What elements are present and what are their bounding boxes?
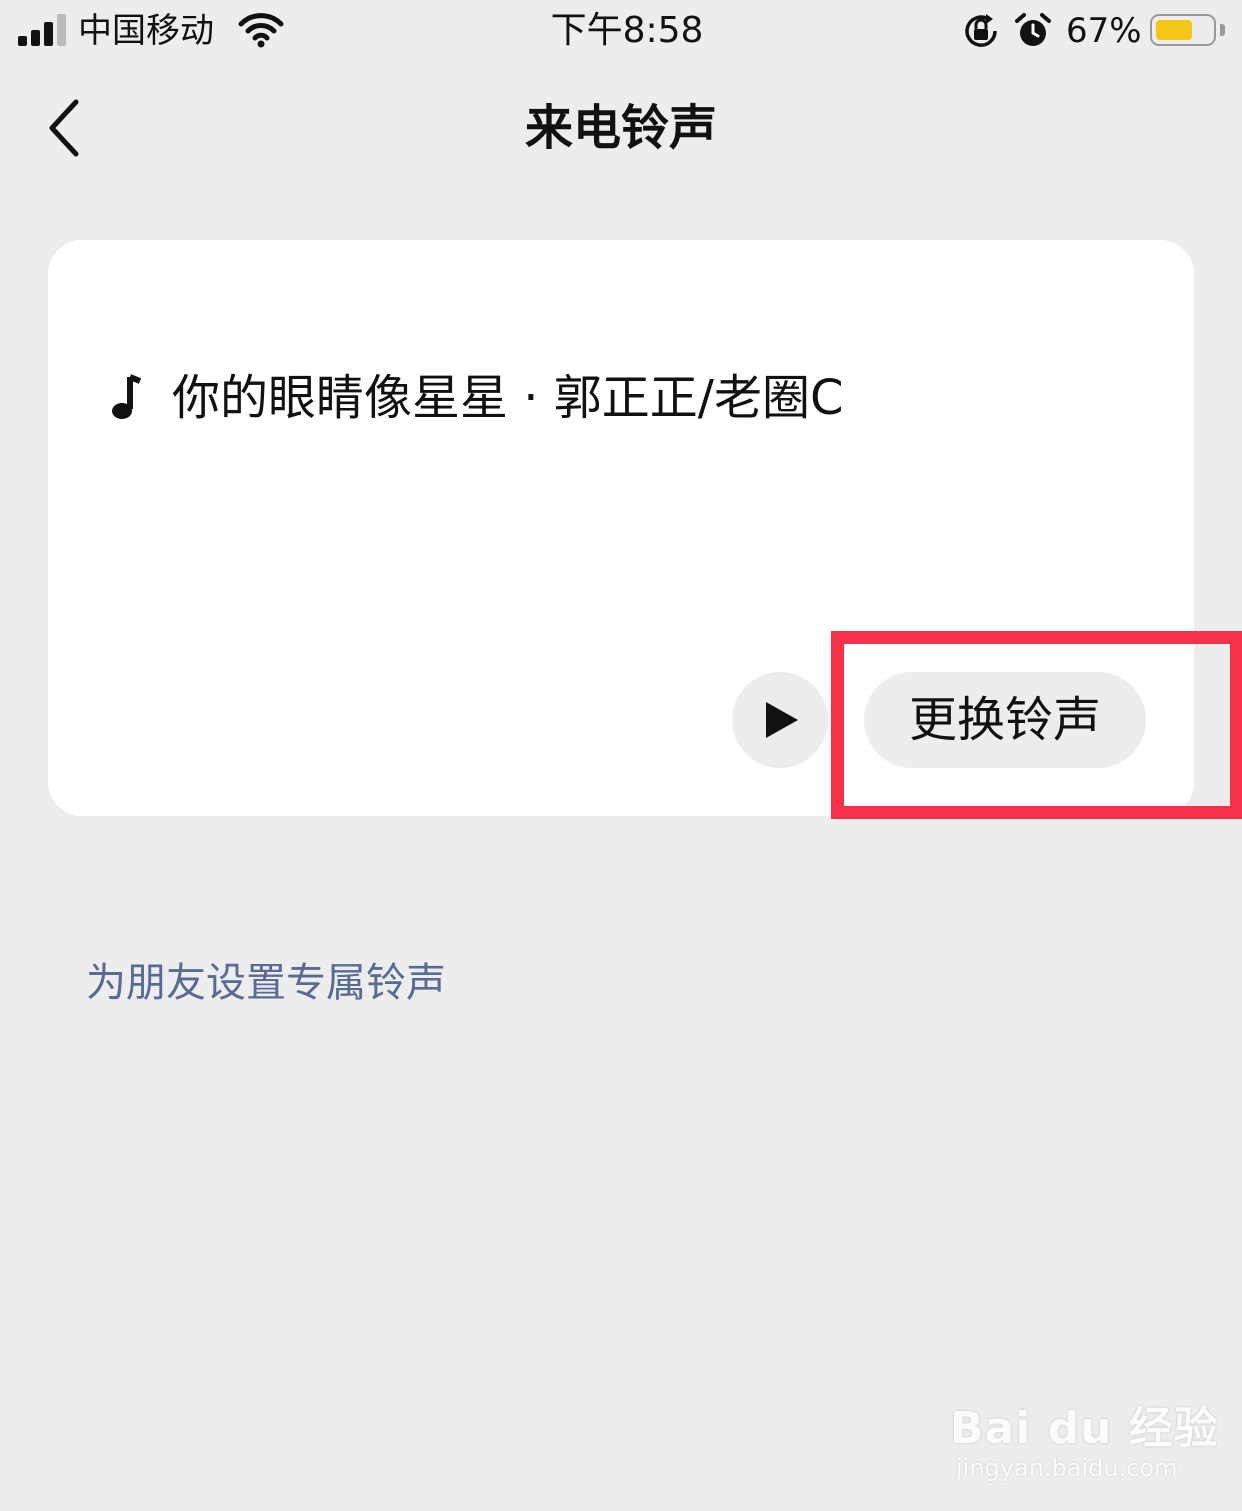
battery-percent: 67%	[1066, 11, 1142, 51]
music-note-icon	[112, 374, 142, 419]
highlight-annotation-box	[831, 631, 1242, 819]
ringtone-song-title: 你的眼睛像星星 · 郭正正/老圈C	[172, 370, 844, 426]
current-ringtone: 你的眼睛像星星 · 郭正正/老圈C	[106, 368, 843, 428]
battery-icon	[1150, 14, 1216, 46]
status-bar: 中国移动 下午8:58 67%	[0, 0, 1242, 64]
baidu-jingyan-watermark: Bai du 经验 jingyan.baidu.com	[950, 1374, 1218, 1486]
alarm-icon	[1015, 13, 1051, 46]
rotation-lock-icon	[965, 14, 997, 47]
friend-ringtone-link[interactable]: 为朋友设置专属铃声	[86, 956, 446, 1010]
play-icon	[766, 702, 798, 738]
watermark-logo: Bai du 经验	[950, 1403, 1219, 1454]
battery-nub	[1220, 24, 1225, 36]
watermark-url: jingyan.baidu.com	[956, 1454, 1178, 1482]
play-button[interactable]	[732, 672, 828, 768]
page-title: 来电铃声	[524, 100, 717, 156]
battery-level	[1156, 20, 1192, 40]
status-time: 下午8:58	[550, 10, 704, 51]
